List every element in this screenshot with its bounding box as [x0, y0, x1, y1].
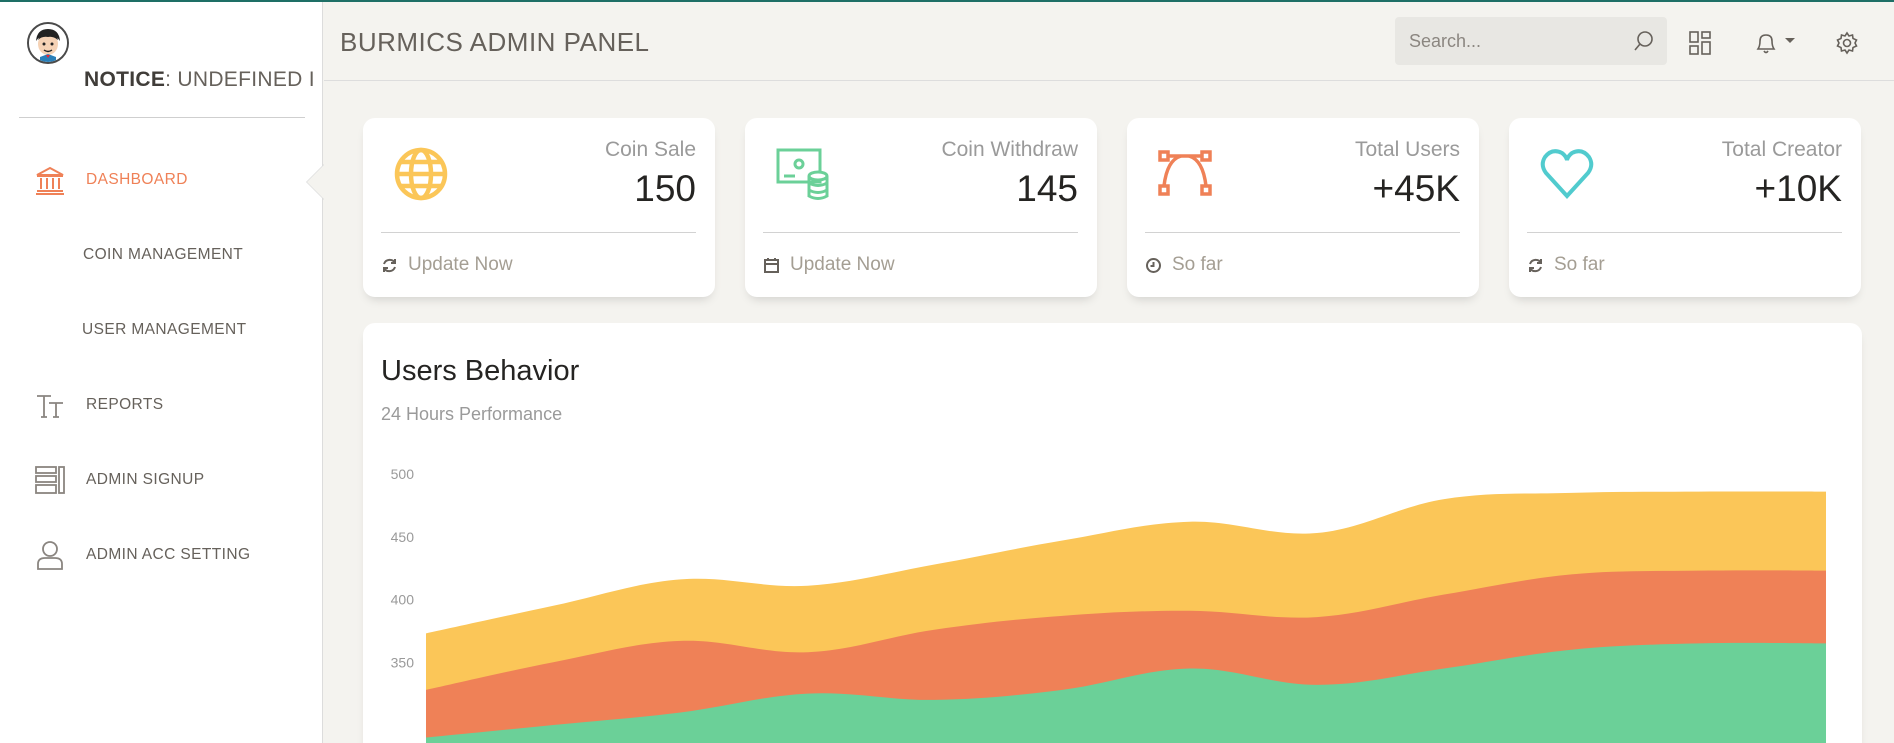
- stat-footer[interactable]: So far: [1145, 254, 1223, 276]
- sidebar-item-admin-signup[interactable]: ADMIN SIGNUP: [0, 442, 323, 517]
- sidebar-nav: DASHBOARD COIN MANAGEMENT USER MANAGEMEN…: [0, 142, 324, 592]
- refresh-icon: [1529, 258, 1542, 272]
- sidebar-item-user-management[interactable]: USER MANAGEMENT: [0, 292, 323, 367]
- globe-icon: [394, 147, 448, 201]
- sidebar-item-label: USER MANAGEMENT: [82, 320, 247, 338]
- stat-card-total-users: Total Users +45K So far: [1127, 118, 1479, 297]
- search-box: [1395, 17, 1667, 65]
- sidebar-item-label: DASHBOARD: [86, 170, 188, 188]
- gear-icon[interactable]: [1834, 30, 1860, 56]
- card-divider: [1527, 232, 1842, 233]
- sidebar-item-admin-acc-setting[interactable]: ADMIN ACC SETTING: [0, 517, 323, 592]
- chevron-down-icon[interactable]: [1784, 30, 1796, 56]
- stat-value: 150: [634, 168, 696, 209]
- stat-card-coin-sale: Coin Sale 150 Update Now: [363, 118, 715, 297]
- card-divider: [763, 232, 1078, 233]
- bank-icon: [36, 166, 64, 195]
- refresh-icon: [383, 258, 396, 272]
- sidebar-item-label: REPORTS: [86, 395, 164, 413]
- stat-value: +10K: [1754, 168, 1842, 209]
- logo-notice-text: NOTICE: UNDEFINED I: [84, 68, 314, 91]
- sidebar-item-dashboard[interactable]: DASHBOARD: [0, 142, 324, 217]
- top-navbar: BURMICS ADMIN PANEL: [324, 2, 1894, 81]
- sidebar-item-label: COIN MANAGEMENT: [83, 245, 244, 263]
- page-title[interactable]: BURMICS ADMIN PANEL: [340, 27, 650, 58]
- heart-icon: [1540, 149, 1594, 199]
- stat-footer[interactable]: So far: [1527, 254, 1605, 276]
- stat-card-total-creator: Total Creator +10K So far: [1509, 118, 1861, 297]
- sidebar-item-label: ADMIN SIGNUP: [86, 470, 205, 488]
- y-tick-label: 350: [391, 654, 415, 670]
- stat-category: Coin Sale: [604, 138, 696, 161]
- stat-category: Total Creator: [1721, 138, 1842, 161]
- text-size-icon: [37, 394, 63, 418]
- sidebar-item-label: ADMIN ACC SETTING: [86, 545, 251, 563]
- stat-value: +45K: [1372, 168, 1460, 209]
- stat-footer[interactable]: Update Now: [381, 254, 513, 276]
- layout-list-icon: [35, 465, 65, 494]
- calendar-icon: [764, 257, 779, 273]
- grid-icon[interactable]: [1687, 30, 1713, 56]
- search-icon[interactable]: [1633, 30, 1655, 52]
- sidebar-divider: [19, 117, 305, 118]
- chart-card-users-behavior: Users Behavior 24 Hours Performance 500 4…: [363, 323, 1862, 743]
- stat-category: Coin Withdraw: [941, 138, 1078, 161]
- stat-footer[interactable]: Update Now: [763, 254, 895, 276]
- stat-value: 145: [1016, 168, 1078, 209]
- money-coins-icon: [776, 148, 829, 200]
- area-chart: 500 450 400 350: [391, 466, 1826, 743]
- search-input[interactable]: [1395, 17, 1625, 65]
- stat-category: Total Users: [1354, 138, 1460, 161]
- card-divider: [381, 232, 696, 233]
- y-tick-label: 500: [391, 466, 415, 482]
- user-icon: [37, 540, 63, 570]
- y-tick-label: 400: [391, 592, 415, 608]
- sidebar: NOTICE: UNDEFINED I DASHBOARD COIN MANAG…: [0, 2, 324, 743]
- card-divider: [1145, 232, 1460, 233]
- stat-card-coin-withdraw: Coin Withdraw 145 Update Now: [745, 118, 1097, 297]
- sidebar-item-coin-management[interactable]: COIN MANAGEMENT: [0, 217, 323, 292]
- y-tick-label: 450: [391, 529, 415, 545]
- clock-icon: [1146, 257, 1161, 273]
- bell-icon[interactable]: [1753, 30, 1779, 56]
- logo-avatar-icon[interactable]: [27, 22, 69, 64]
- active-caret: [306, 164, 324, 200]
- vector-icon: [1158, 150, 1212, 196]
- sidebar-item-reports[interactable]: REPORTS: [0, 367, 323, 442]
